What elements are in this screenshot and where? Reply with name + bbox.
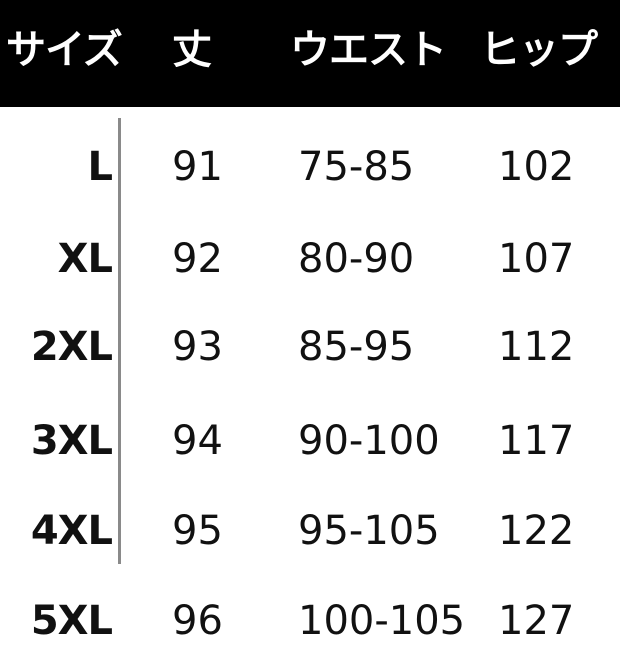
table-row: 3XL 94 90-100 117 xyxy=(0,406,620,476)
waist-cell: 75-85 xyxy=(298,144,415,190)
length-cell: 94 xyxy=(172,418,223,464)
hip-cell: 117 xyxy=(498,418,575,464)
header-length: 丈 xyxy=(172,27,212,73)
hip-cell: 127 xyxy=(498,598,575,644)
size-cell: XL xyxy=(57,236,113,282)
hip-cell: 102 xyxy=(498,144,575,190)
table-row: 5XL 96 100-105 127 xyxy=(0,586,620,656)
table-row: XL 92 80-90 107 xyxy=(0,224,620,294)
waist-cell: 95-105 xyxy=(298,508,440,554)
size-cell: L xyxy=(87,144,114,190)
table-row: 2XL 93 85-95 112 xyxy=(0,312,620,382)
length-cell: 91 xyxy=(172,144,223,190)
hip-cell: 122 xyxy=(498,508,575,554)
waist-cell: 80-90 xyxy=(298,236,415,282)
hip-cell: 107 xyxy=(498,236,575,282)
size-cell: 2XL xyxy=(30,324,113,370)
waist-cell: 85-95 xyxy=(298,324,415,370)
header-size: サイズ xyxy=(6,27,123,73)
header-hip: ヒップ xyxy=(480,27,598,73)
hip-cell: 112 xyxy=(498,324,575,370)
length-cell: 93 xyxy=(172,324,223,370)
table-row: L 91 75-85 102 xyxy=(0,132,620,202)
table-header: サイズ 丈 ウエスト ヒップ xyxy=(0,0,620,107)
size-cell: 5XL xyxy=(30,598,113,644)
header-waist: ウエスト xyxy=(290,27,447,73)
length-cell: 95 xyxy=(172,508,223,554)
table-row: 4XL 95 95-105 122 xyxy=(0,496,620,566)
size-cell: 3XL xyxy=(30,418,113,464)
waist-cell: 90-100 xyxy=(298,418,440,464)
length-cell: 96 xyxy=(172,598,223,644)
waist-cell: 100-105 xyxy=(298,598,466,644)
size-cell: 4XL xyxy=(30,508,113,554)
length-cell: 92 xyxy=(172,236,223,282)
